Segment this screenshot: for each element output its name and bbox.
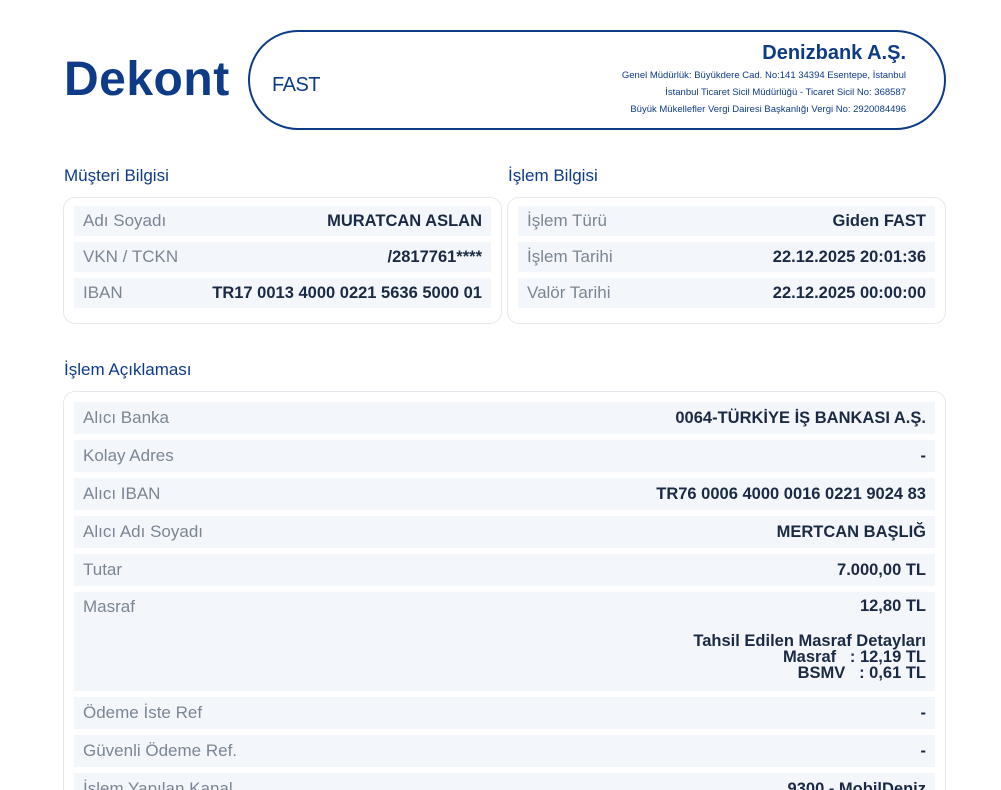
row-value: Giden FAST	[832, 211, 926, 230]
row-label: Masraf	[83, 597, 135, 616]
transaction-info-card: İşlem Türü Giden FAST İşlem Tarihi 22.12…	[507, 197, 946, 324]
row-label: Valör Tarihi	[527, 283, 611, 302]
row-channel: İşlem Yapılan Kanal 9300 - MobilDeniz	[74, 773, 935, 790]
row-payment-request-ref: Ödeme İste Ref -	[74, 697, 935, 729]
row-label: Alıcı Adı Soyadı	[83, 522, 204, 541]
row-value: 22.12.2025 00:00:00	[772, 283, 926, 302]
fee-detail-masraf: Masraf : 12,19 TL	[782, 648, 926, 666]
row-recipient-name: Alıcı Adı Soyadı MERTCAN BAŞLIĞ	[74, 516, 935, 548]
bank-header-box: FAST Denizbank A.Ş. Genel Müdürlük: Büyü…	[248, 30, 946, 130]
row-label: Tutar	[83, 560, 123, 579]
bank-tax-line: Büyük Mükellefler Vergi Dairesi Başkanlı…	[630, 104, 906, 115]
row-secure-payment-ref: Güvenli Ödeme Ref. -	[74, 735, 935, 767]
transaction-row-type: İşlem Türü Giden FAST	[518, 206, 935, 236]
fee-total: 12,80 TL	[859, 597, 926, 615]
row-value: -	[920, 741, 927, 760]
transaction-section-title: İşlem Bilgisi	[508, 166, 598, 185]
row-value: MERTCAN BAŞLIĞ	[776, 522, 926, 541]
row-value: 7.000,00 TL	[837, 560, 926, 579]
row-value: 22.12.2025 20:01:36	[772, 247, 926, 266]
row-label: İşlem Türü	[527, 211, 607, 230]
fee-detail-bsmv: BSMV : 0,61 TL	[797, 664, 926, 682]
customer-row-iban: IBAN TR17 0013 4000 0221 5636 5000 01	[74, 278, 491, 308]
customer-row-name: Adı Soyadı MURATCAN ASLAN	[74, 206, 491, 236]
row-label: IBAN	[83, 283, 123, 302]
row-value: /2817761****	[387, 247, 482, 266]
transaction-row-date: İşlem Tarihi 22.12.2025 20:01:36	[518, 242, 935, 272]
row-label: İşlem Tarihi	[527, 247, 613, 266]
row-easy-address: Kolay Adres -	[74, 440, 935, 472]
customer-section-title: Müşteri Bilgisi	[64, 166, 169, 185]
row-label: İşlem Yapılan Kanal	[83, 779, 233, 790]
row-label: Adı Soyadı	[83, 211, 167, 230]
row-label: Alıcı IBAN	[83, 484, 161, 503]
transaction-row-value-date: Valör Tarihi 22.12.2025 00:00:00	[518, 278, 935, 308]
row-value: MURATCAN ASLAN	[327, 211, 482, 230]
row-value: -	[920, 703, 927, 722]
customer-info-card: Adı Soyadı MURATCAN ASLAN VKN / TCKN /28…	[63, 197, 502, 324]
customer-row-tckn: VKN / TCKN /2817761****	[74, 242, 491, 272]
description-card: Alıcı Banka 0064-TÜRKİYE İŞ BANKASI A.Ş.…	[63, 391, 946, 790]
row-amount: Tutar 7.000,00 TL	[74, 554, 935, 586]
row-recipient-bank: Alıcı Banka 0064-TÜRKİYE İŞ BANKASI A.Ş.	[74, 402, 935, 434]
row-label: Kolay Adres	[83, 446, 174, 465]
fee-value-block: 12,80 TL Tahsil Edilen Masraf Detayları …	[693, 597, 926, 681]
row-value: 0064-TÜRKİYE İŞ BANKASI A.Ş.	[675, 408, 926, 427]
row-recipient-iban: Alıcı IBAN TR76 0006 4000 0016 0221 9024…	[74, 478, 935, 510]
bank-address-line: Genel Müdürlük: Büyükdere Cad. No:141 34…	[621, 70, 906, 81]
document-title: Dekont	[64, 53, 230, 106]
row-label: Güvenli Ödeme Ref.	[83, 741, 238, 760]
row-value: TR76 0006 4000 0016 0221 9024 83	[656, 484, 926, 503]
fee-details-title: Tahsil Edilen Masraf Detayları	[693, 632, 926, 650]
bank-registry-line: İstanbul Ticaret Sicil Müdürlüğü - Ticar…	[665, 87, 906, 98]
transfer-type-label: FAST	[272, 74, 321, 96]
bank-name: Denizbank A.Ş.	[762, 42, 906, 64]
row-label: VKN / TCKN	[83, 247, 179, 266]
row-value: TR17 0013 4000 0221 5636 5000 01	[212, 283, 482, 302]
description-section-title: İşlem Açıklaması	[64, 360, 192, 379]
row-fee: Masraf 12,80 TL Tahsil Edilen Masraf Det…	[74, 592, 935, 691]
row-label: Ödeme İste Ref	[83, 703, 203, 722]
row-value: 9300 - MobilDeniz	[787, 779, 926, 790]
row-label: Alıcı Banka	[83, 408, 169, 427]
row-value: -	[920, 446, 927, 465]
